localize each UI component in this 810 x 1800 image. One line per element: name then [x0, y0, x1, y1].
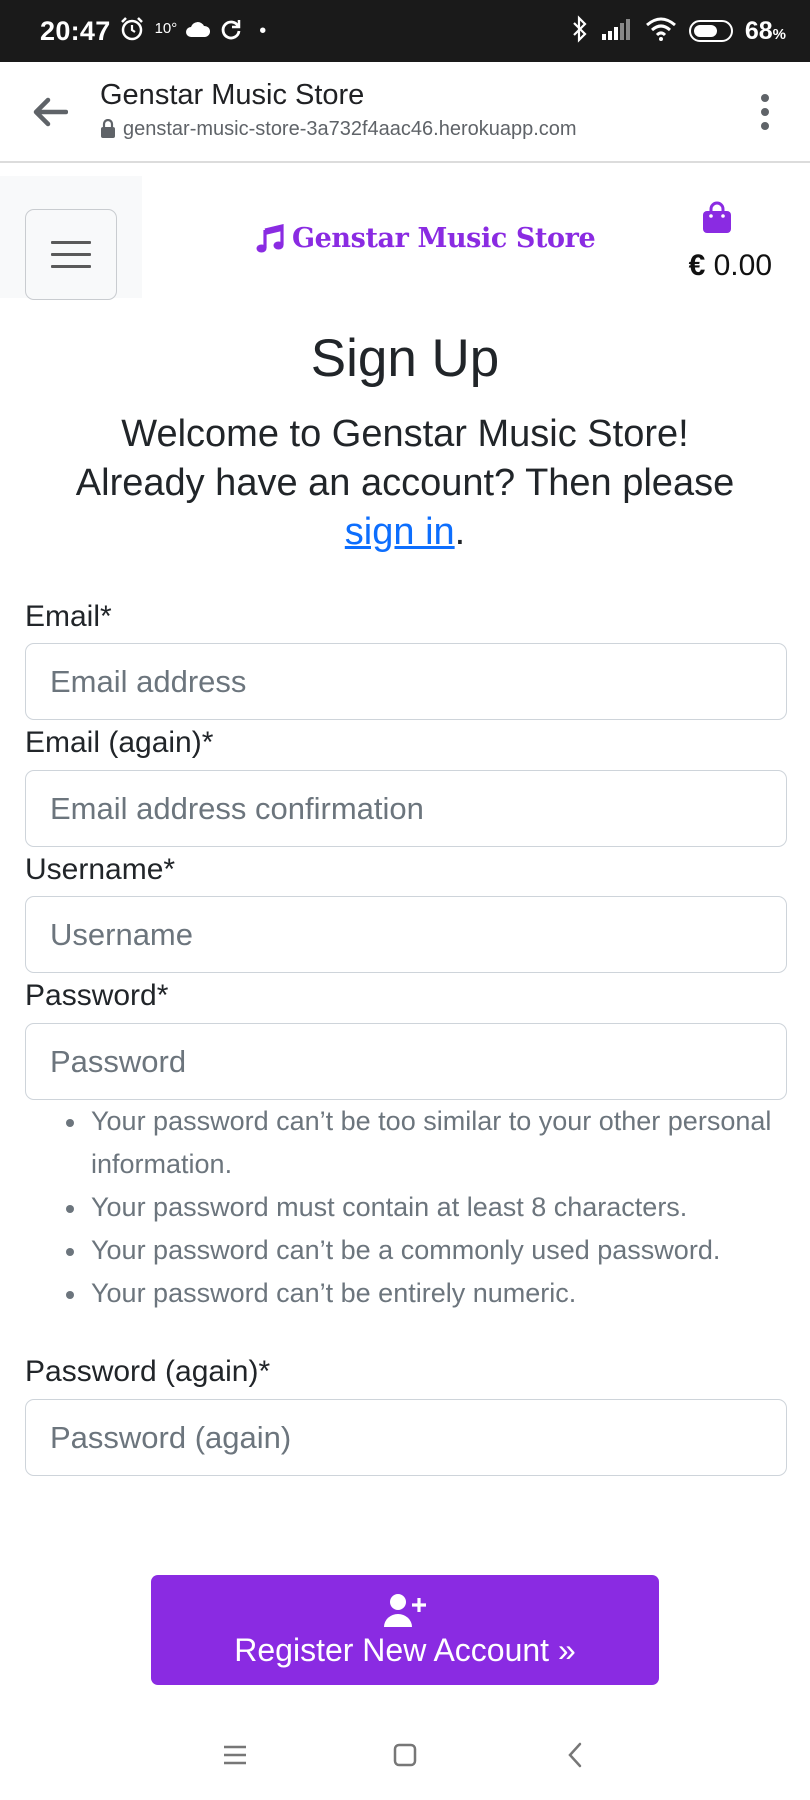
email-confirmation-input[interactable] [25, 770, 787, 847]
alarm-icon [119, 16, 145, 47]
toggler-container [0, 176, 142, 300]
wifi-icon [645, 17, 677, 46]
menu-lines-icon [224, 1745, 246, 1765]
username-input[interactable] [25, 896, 787, 973]
brand-logo-link[interactable]: Genstar Music Store [256, 223, 596, 254]
notification-dot-icon: • [259, 19, 267, 42]
brand-name: Genstar Music Store [292, 223, 596, 254]
system-back-button[interactable] [545, 1725, 605, 1785]
url-text: genstar-music-store-3a732f4aac46.herokua… [123, 117, 577, 140]
intro-line-2: Already have an account? Then please [75, 462, 735, 504]
status-time: 20:47 [40, 15, 111, 46]
password-help-item: Your password must contain at least 8 ch… [66, 1186, 786, 1229]
back-arrow-icon [33, 97, 68, 126]
password-label: Password* [25, 979, 169, 1012]
password-confirmation-input[interactable] [25, 1399, 787, 1476]
browser-toolbar: Genstar Music Store genstar-music-store-… [0, 62, 810, 163]
page-title: Sign Up [310, 329, 500, 388]
password-again-label: Password (again)* [25, 1355, 271, 1388]
email-again-label: Email (again)* [25, 726, 214, 759]
battery-icon [688, 20, 733, 42]
password-help-item: Your password can’t be entirely numeric. [66, 1272, 786, 1315]
status-bar: 20:47 10° • 68% [0, 0, 810, 62]
register-button-label: Register New Account » [234, 1631, 576, 1668]
shopping-bag-icon [703, 201, 731, 233]
chevron-left-icon [568, 1742, 582, 1768]
email-input[interactable] [25, 643, 787, 720]
more-vert-icon [761, 93, 769, 102]
signal-icon [601, 18, 633, 45]
menu-toggle-button[interactable] [25, 209, 117, 300]
site-header: Genstar Music Store € 0.00 [0, 163, 810, 305]
more-options-button[interactable] [720, 62, 810, 161]
battery-percent: 68% [744, 16, 786, 45]
bluetooth-icon [571, 14, 589, 48]
user-plus-icon [384, 1593, 426, 1627]
cloud-icon [185, 20, 211, 43]
password-help-item: Your password can’t be too similar to yo… [66, 1100, 786, 1186]
music-note-icon [256, 223, 284, 252]
back-button[interactable] [0, 62, 100, 161]
recents-button[interactable] [205, 1725, 265, 1785]
browser-page-title: Genstar Music Store [100, 78, 365, 111]
square-icon [393, 1743, 417, 1767]
cart-total: € 0.00 [688, 249, 772, 282]
shopping-bag-link[interactable]: € 0.00 [662, 193, 772, 293]
browser-url: genstar-music-store-3a732f4aac46.herokua… [100, 118, 720, 141]
password-help-item: Your password can’t be a commonly used p… [66, 1229, 786, 1272]
password-input[interactable] [25, 1023, 787, 1100]
sync-icon [219, 17, 243, 46]
hamburger-icon [51, 241, 91, 244]
home-button[interactable] [375, 1725, 435, 1785]
register-button[interactable]: Register New Account » [151, 1575, 659, 1685]
system-navigation-bar [0, 1710, 810, 1800]
username-label: Username* [25, 853, 176, 886]
signup-intro: Welcome to Genstar Music Store! Already … [75, 413, 735, 553]
lock-icon [101, 119, 115, 138]
sign-in-link[interactable]: sign in [345, 511, 455, 553]
intro-line-1: Welcome to Genstar Music Store! [121, 413, 689, 455]
status-temperature: 10° [154, 19, 178, 37]
email-label: Email* [25, 600, 112, 633]
password-requirements: Your password can’t be too similar to yo… [66, 1100, 786, 1315]
